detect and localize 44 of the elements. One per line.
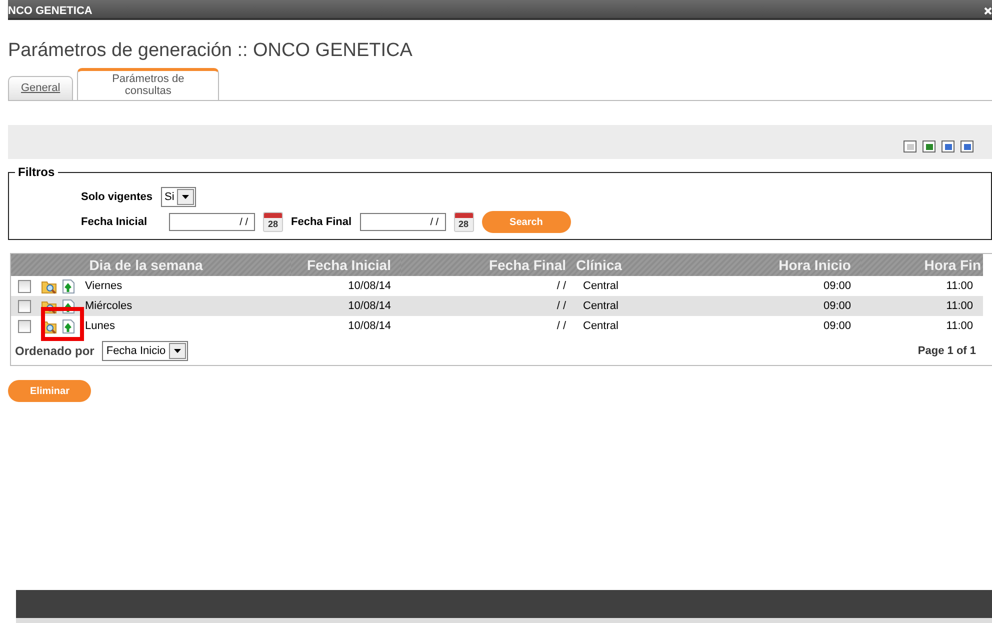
sort-select[interactable]: Fecha Inicio [102,341,188,361]
filters-legend: Filtros [15,165,58,179]
table-cell: 10/08/14 [348,320,391,332]
table-cell: 10/08/14 [348,280,391,292]
row-checkbox[interactable] [18,320,31,332]
calendar-icon[interactable]: 28 [454,212,474,232]
field-label: Solo vigentes [81,191,153,203]
page-title: Parámetros de generación :: ONCO GENETICA [8,40,414,62]
highlight-frame [41,307,84,341]
field-label: Fecha Inicial [81,216,148,228]
row-checkbox[interactable] [18,300,31,312]
document-arrow-icon[interactable] [62,278,75,294]
table-cell: / / [556,280,566,292]
table-cell: 10/08/14 [348,300,391,312]
sort-label: Ordenado por [15,344,94,358]
row-checkbox[interactable] [18,280,31,292]
table-cell: / / [556,320,566,332]
table-cell: 11:00 [946,320,973,332]
date-field[interactable]: / / [360,213,446,231]
tab[interactable]: General [8,76,74,100]
table-cell: Lunes [85,320,115,332]
table-cell: 09:00 [823,320,851,332]
field-label: Fecha Final [291,216,352,228]
table-cell: Central [583,280,618,292]
table-cell: Central [583,300,618,312]
table-cell: 11:00 [946,280,973,292]
table-cell: 09:00 [823,280,851,292]
caret-icon [174,349,181,353]
pagination-text: Page 1 of 1 [918,345,976,357]
tab[interactable]: Parámetros de consultas [77,68,220,100]
close-icon[interactable] [984,7,992,15]
folder-search-icon[interactable] [41,278,57,294]
select-field[interactable]: Si [160,187,196,207]
document-arrow-icon[interactable] [62,318,75,334]
table-cell: Viernes [85,280,122,292]
table-cell: Central [583,320,618,332]
calendar-icon[interactable]: 28 [263,212,283,232]
window-title: NCO GENETICA [8,5,92,18]
date-field[interactable]: / / [169,213,255,231]
table-cell: 11:00 [946,300,973,312]
caret-icon [182,195,190,199]
table-cell: / / [556,300,566,312]
table-cell: Miércoles [85,300,132,312]
table-cell: 09:00 [823,300,851,312]
